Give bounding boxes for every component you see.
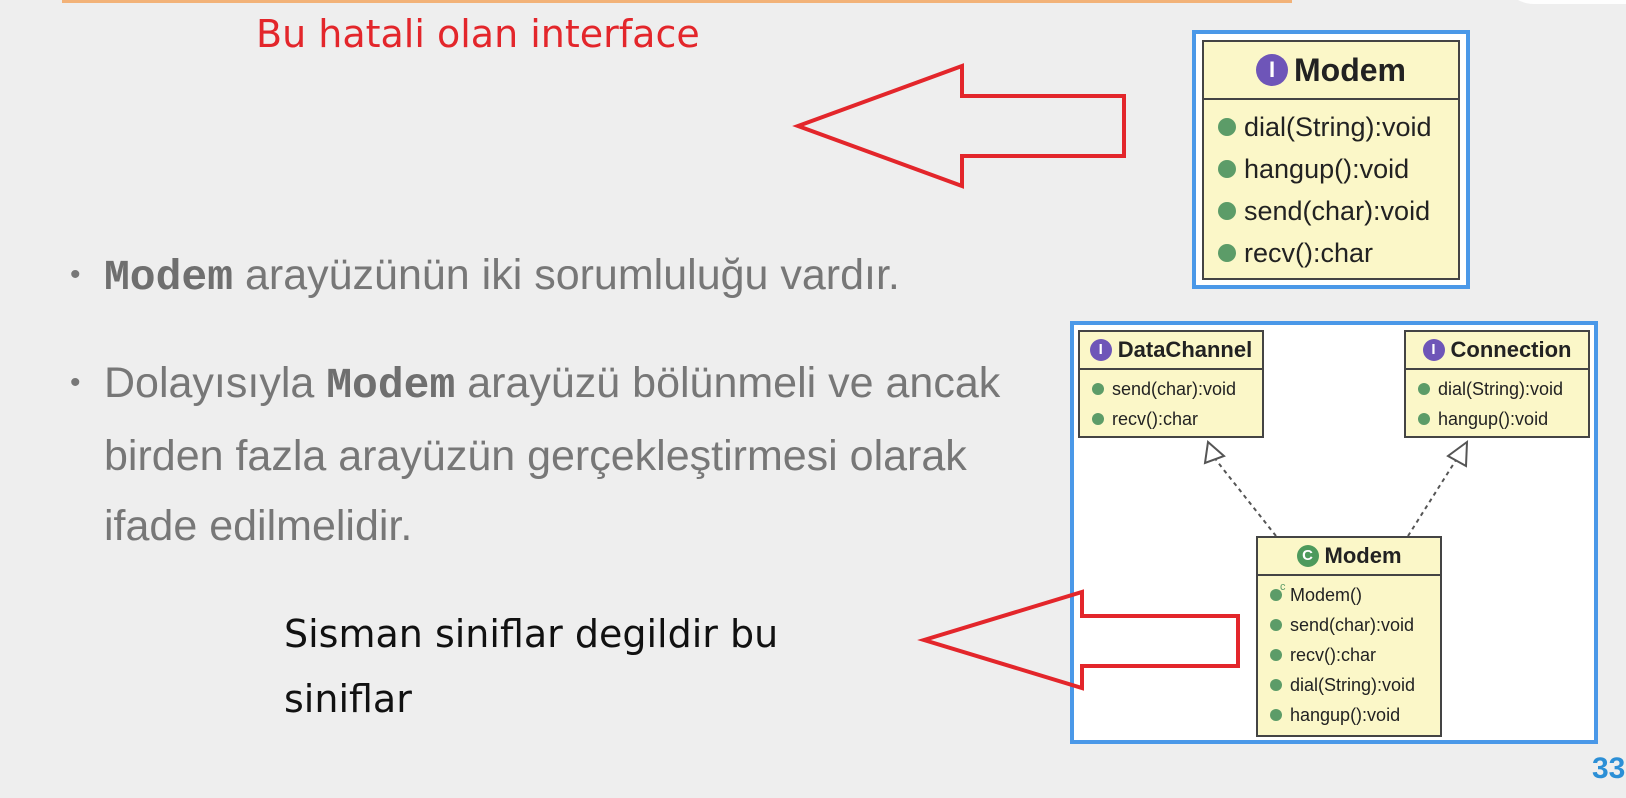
page-number: 33 xyxy=(1592,752,1626,785)
red-arrow-top xyxy=(792,63,1126,189)
diagram-overlay xyxy=(792,63,1469,691)
realization-arrowhead xyxy=(1203,440,1226,465)
realization-line-connection xyxy=(1407,459,1457,537)
realization-line-datachannel xyxy=(1215,459,1277,537)
red-arrow-bottom xyxy=(917,589,1240,691)
realization-arrowhead xyxy=(1446,439,1469,468)
